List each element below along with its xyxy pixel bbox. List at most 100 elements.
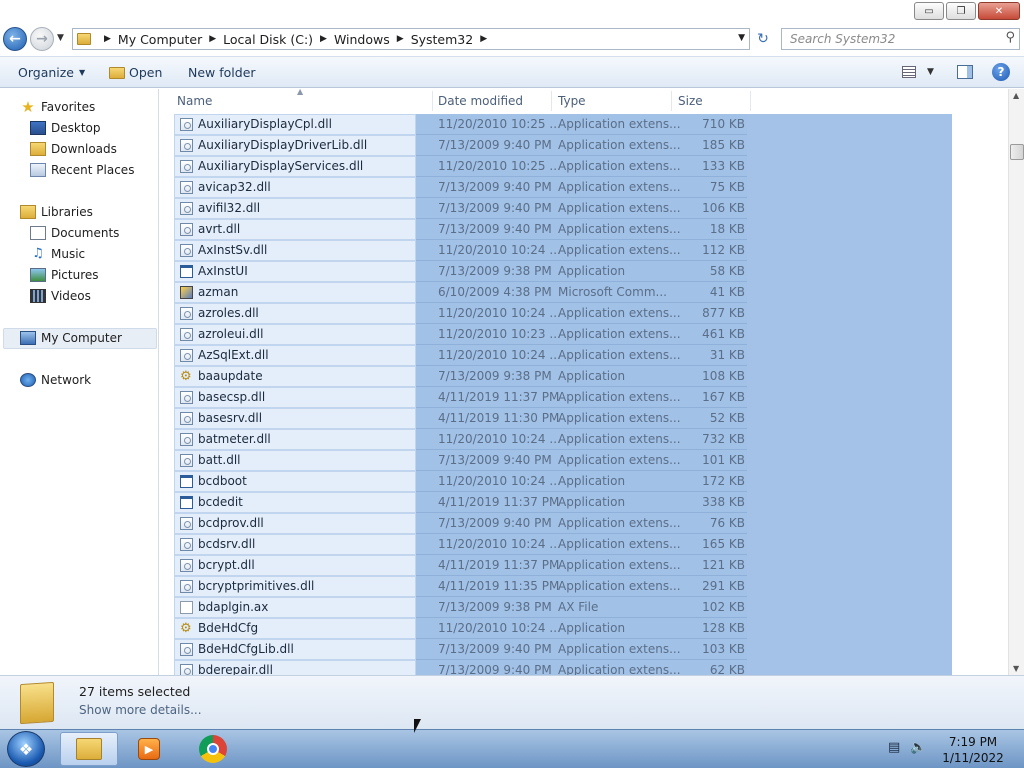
start-button[interactable]: ❖ xyxy=(7,731,45,767)
file-type: Application extens... xyxy=(558,180,681,194)
vertical-scrollbar[interactable]: ▲ ▼ xyxy=(1008,89,1024,675)
nav-music[interactable]: ♫ Music xyxy=(30,247,85,262)
chevron-right-icon[interactable]: ▶ xyxy=(320,34,327,44)
chevron-right-icon[interactable]: ▶ xyxy=(104,34,111,44)
file-row[interactable]: azman 6/10/2009 4:38 PM Microsoft Comm... 4… xyxy=(160,282,1008,303)
file-row[interactable]: bcdedit 4/11/2019 11:37 PM Application 338 … xyxy=(160,492,1008,513)
network-tray-icon[interactable]: ▤ xyxy=(888,740,900,755)
file-row[interactable]: batmeter.dll 11/20/2010 10:24 ... Applicat… xyxy=(160,429,1008,450)
show-more-details-link[interactable]: Show more details... xyxy=(79,703,202,717)
breadcrumb-my-computer[interactable]: My Computer xyxy=(118,32,202,47)
file-row[interactable]: bcrypt.dll 4/11/2019 11:37 PM Application … xyxy=(160,555,1008,576)
file-type: Application extens... xyxy=(558,348,681,362)
nav-pictures[interactable]: Pictures xyxy=(30,268,99,282)
chevron-right-icon[interactable]: ▶ xyxy=(480,34,487,44)
breadcrumb-system32[interactable]: System32 xyxy=(411,32,474,47)
address-bar[interactable]: ▶ My Computer ▶ Local Disk (C:) ▶ Window… xyxy=(72,28,750,50)
file-date: 7/13/2009 9:40 PM xyxy=(438,138,552,152)
file-row[interactable]: BdeHdCfgLib.dll 7/13/2009 9:40 PM Applicat… xyxy=(160,639,1008,660)
recent-pages-dropdown[interactable]: ▼ xyxy=(57,33,64,43)
file-row[interactable]: ⚙ BdeHdCfg 11/20/2010 10:24 ... Application… xyxy=(160,618,1008,639)
file-row[interactable]: bdaplgin.ax 7/13/2009 9:38 PM AX File 102 K… xyxy=(160,597,1008,618)
file-row[interactable]: avrt.dll 7/13/2009 9:40 PM Application ext… xyxy=(160,219,1008,240)
file-row[interactable]: AuxiliaryDisplayCpl.dll 11/20/2010 10:25 … xyxy=(160,114,1008,135)
file-row[interactable]: basecsp.dll 4/11/2019 11:37 PM Application… xyxy=(160,387,1008,408)
file-size: 877 KB xyxy=(702,306,745,320)
breadcrumb-windows[interactable]: Windows xyxy=(334,32,390,47)
msc-file-icon xyxy=(180,286,193,299)
nav-desktop[interactable]: Desktop xyxy=(30,121,101,135)
file-row[interactable]: bcdprov.dll 7/13/2009 9:40 PM Application … xyxy=(160,513,1008,534)
file-size: 102 KB xyxy=(702,600,745,614)
file-name: AxInstSv.dll xyxy=(198,243,268,257)
file-row[interactable]: ⚙ baaupdate 7/13/2009 9:38 PM Application 10… xyxy=(160,366,1008,387)
nav-recent-places[interactable]: Recent Places xyxy=(30,163,134,177)
chevron-right-icon[interactable]: ▶ xyxy=(397,34,404,44)
organize-button[interactable]: Organize ▼ xyxy=(18,65,85,80)
column-header-name[interactable]: Name xyxy=(177,94,212,108)
file-name: azroleui.dll xyxy=(198,327,264,341)
file-row[interactable]: batt.dll 7/13/2009 9:40 PM Application ext… xyxy=(160,450,1008,471)
open-button[interactable]: Open xyxy=(109,65,162,80)
view-options-dropdown[interactable]: ▼ xyxy=(927,67,934,77)
search-input[interactable]: Search System32 ⚲ xyxy=(781,28,1020,50)
nav-documents[interactable]: Documents xyxy=(30,226,119,240)
scroll-up-icon[interactable]: ▲ xyxy=(1013,91,1019,100)
volume-icon[interactable]: 🔈 xyxy=(910,740,926,755)
file-type: Application extens... xyxy=(558,432,681,446)
file-row[interactable]: bcdsrv.dll 11/20/2010 10:24 ... Applicatio… xyxy=(160,534,1008,555)
column-divider[interactable] xyxy=(671,91,672,111)
nav-my-computer[interactable]: My Computer xyxy=(20,331,122,345)
column-header-date[interactable]: Date modified xyxy=(438,94,523,108)
file-row[interactable]: avifil32.dll 7/13/2009 9:40 PM Application… xyxy=(160,198,1008,219)
help-icon[interactable]: ? xyxy=(992,63,1010,81)
file-name: AuxiliaryDisplayCpl.dll xyxy=(198,117,332,131)
minimize-button[interactable]: ▭ xyxy=(914,2,944,20)
change-view-icon[interactable] xyxy=(902,66,916,78)
preview-pane-icon[interactable] xyxy=(957,65,973,79)
column-divider[interactable] xyxy=(750,91,751,111)
file-date: 7/13/2009 9:40 PM xyxy=(438,663,552,675)
file-row[interactable]: bcryptprimitives.dll 4/11/2019 11:35 PM Ap… xyxy=(160,576,1008,597)
forward-button[interactable]: → xyxy=(30,27,54,51)
file-row[interactable]: basesrv.dll 4/11/2019 11:30 PM Application… xyxy=(160,408,1008,429)
column-divider[interactable] xyxy=(551,91,552,111)
taskbar-explorer[interactable] xyxy=(60,732,118,766)
taskbar-chrome[interactable] xyxy=(184,732,242,766)
file-size: 75 KB xyxy=(709,180,745,194)
file-row[interactable]: avicap32.dll 7/13/2009 9:40 PM Application… xyxy=(160,177,1008,198)
address-history-dropdown[interactable]: ▼ xyxy=(738,33,745,43)
back-button[interactable]: ← xyxy=(3,27,27,51)
file-date: 7/13/2009 9:40 PM xyxy=(438,453,552,467)
breadcrumb-local-disk[interactable]: Local Disk (C:) xyxy=(223,32,313,47)
restore-button[interactable]: ❐ xyxy=(946,2,976,20)
file-row[interactable]: AzSqlExt.dll 11/20/2010 10:24 ... Applicat… xyxy=(160,345,1008,366)
file-name: bcrypt.dll xyxy=(198,558,255,572)
nav-favorites[interactable]: ★ Favorites xyxy=(20,100,95,115)
new-folder-button[interactable]: New folder xyxy=(188,65,256,80)
nav-network[interactable]: Network xyxy=(20,373,91,387)
file-row[interactable]: bcdboot 11/20/2010 10:24 ... Application 17… xyxy=(160,471,1008,492)
file-row[interactable]: bderepair.dll 7/13/2009 9:40 PM Applicatio… xyxy=(160,660,1008,675)
file-row[interactable]: AuxiliaryDisplayServices.dll 11/20/2010 1… xyxy=(160,156,1008,177)
taskbar-media-player[interactable]: ▶ xyxy=(120,732,178,766)
column-header-size[interactable]: Size xyxy=(678,94,703,108)
nav-libraries[interactable]: Libraries xyxy=(20,205,93,219)
clock[interactable]: 7:19 PM 1/11/2022 xyxy=(930,734,1016,766)
nav-videos[interactable]: Videos xyxy=(30,289,91,303)
file-row[interactable]: azroleui.dll 11/20/2010 10:23 ... Applicat… xyxy=(160,324,1008,345)
file-row[interactable]: AxInstUI 7/13/2009 9:38 PM Application 58 K… xyxy=(160,261,1008,282)
chevron-right-icon[interactable]: ▶ xyxy=(209,34,216,44)
refresh-button[interactable]: ↻ xyxy=(752,28,774,50)
nav-downloads[interactable]: Downloads xyxy=(30,142,117,156)
file-name: bcdsrv.dll xyxy=(198,537,256,551)
column-header-type[interactable]: Type xyxy=(558,94,586,108)
close-button[interactable]: ✕ xyxy=(978,2,1020,20)
file-row[interactable]: AxInstSv.dll 11/20/2010 10:24 ... Applicat… xyxy=(160,240,1008,261)
file-row[interactable]: AuxiliaryDisplayDriverLib.dll 7/13/2009 9… xyxy=(160,135,1008,156)
file-rows: AuxiliaryDisplayCpl.dll 11/20/2010 10:25 … xyxy=(160,114,1008,675)
file-row[interactable]: azroles.dll 11/20/2010 10:24 ... Applicati… xyxy=(160,303,1008,324)
column-divider[interactable] xyxy=(432,91,433,111)
scrollbar-thumb[interactable] xyxy=(1010,144,1024,160)
scroll-down-icon[interactable]: ▼ xyxy=(1013,664,1019,673)
